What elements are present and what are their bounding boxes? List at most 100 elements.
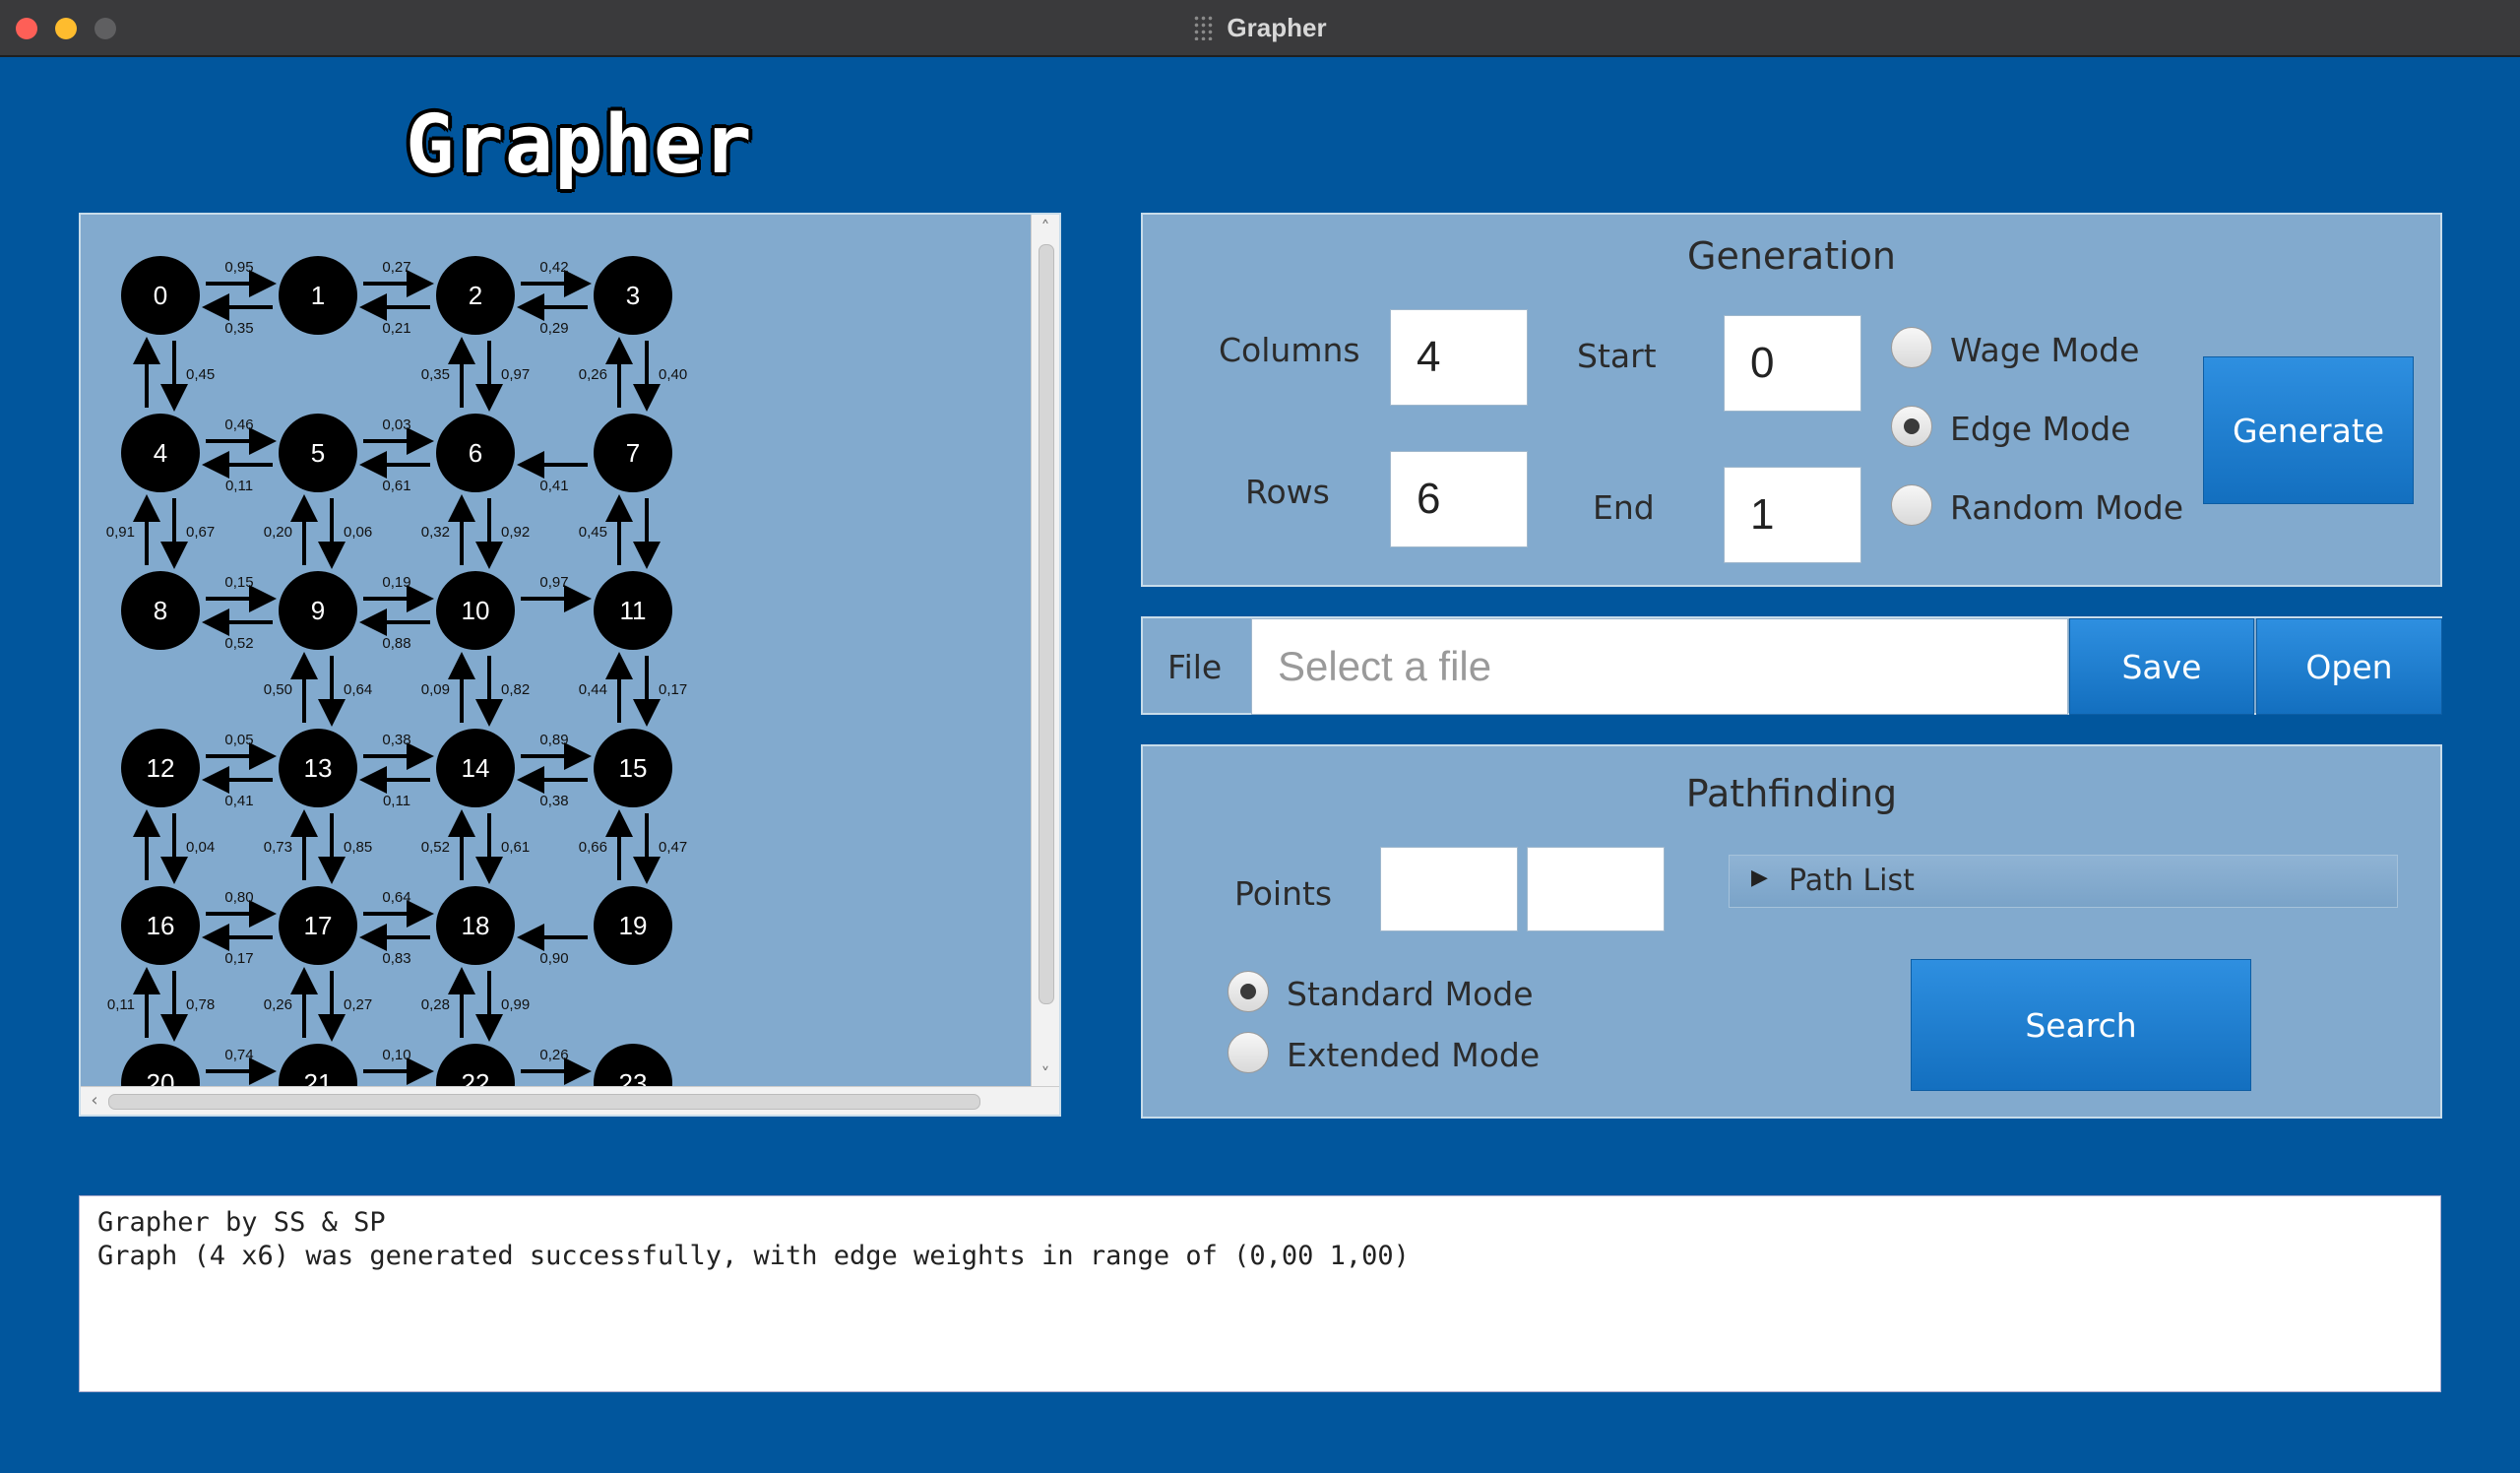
edge-weight-label: 0,66 <box>579 839 607 856</box>
scroll-left-icon[interactable]: ‹ <box>81 1087 108 1115</box>
columns-label: Columns <box>1219 331 1360 369</box>
file-label: File <box>1167 648 1223 686</box>
columns-input[interactable]: 4 <box>1390 309 1528 406</box>
edge-weight-label: 0,52 <box>224 635 253 652</box>
open-button[interactable]: Open <box>2256 618 2442 715</box>
vertical-scrollbar[interactable]: ˄ ˅ <box>1031 215 1059 1089</box>
graph-node-label: 7 <box>626 438 640 468</box>
edge-weight-label: 0,15 <box>224 574 253 591</box>
graph-node-label: 4 <box>154 438 167 468</box>
edge-weight-label: 0,35 <box>224 320 253 337</box>
point-b-input[interactable] <box>1527 847 1665 931</box>
graph-node-label: 9 <box>311 596 325 625</box>
edge-weight-label: 0,06 <box>344 524 372 541</box>
graph-node-label: 16 <box>147 911 175 940</box>
app-title: Grapher <box>406 98 753 192</box>
edge-weight-label: 0,88 <box>382 635 410 652</box>
edge-weight-label: 0,52 <box>421 839 450 856</box>
edge-weight-label: 0,32 <box>421 524 450 541</box>
edge-weight-label: 0,21 <box>382 320 410 337</box>
graph-node-label: 0 <box>154 281 167 310</box>
edge-weight-label: 0,45 <box>579 524 607 541</box>
edge-weight-label: 0,10 <box>382 1047 410 1063</box>
horizontal-scrollbar[interactable]: ‹ › <box>81 1086 1059 1115</box>
search-button[interactable]: Search <box>1911 959 2251 1091</box>
edge-weight-label: 0,11 <box>383 793 410 809</box>
expand-triangle-icon: ▶ <box>1751 865 1768 890</box>
window-titlebar: Grapher <box>0 0 2520 57</box>
edge-weight-label: 0,46 <box>224 416 253 433</box>
edge-weight-label: 0,92 <box>501 524 530 541</box>
edge-weight-label: 0,35 <box>421 366 450 383</box>
edge-weight-label: 0,64 <box>382 889 410 906</box>
edge-weight-label: 0,44 <box>579 681 607 698</box>
standard-mode-radio[interactable] <box>1228 971 1269 1012</box>
rows-input[interactable]: 6 <box>1390 451 1528 547</box>
edge-weight-label: 0,73 <box>264 839 292 856</box>
edge-weight-label: 0,97 <box>501 366 530 383</box>
edge-weight-label: 0,38 <box>539 793 568 809</box>
graph-node-label: 18 <box>462 911 490 940</box>
graph-node-label: 13 <box>304 753 333 783</box>
wage-mode-radio[interactable] <box>1891 327 1932 368</box>
edge-weight-label: 0,17 <box>224 950 253 967</box>
edge-weight-label: 0,19 <box>382 574 410 591</box>
graph-node-label: 14 <box>462 753 490 783</box>
edge-weight-label: 0,97 <box>539 574 568 591</box>
extended-mode-radio[interactable] <box>1228 1032 1269 1073</box>
scroll-up-icon[interactable]: ˄ <box>1032 215 1059 242</box>
file-path-input[interactable]: Select a file <box>1251 618 2068 715</box>
standard-mode-label: Standard Mode <box>1287 975 1534 1013</box>
edge-weight-label: 0,99 <box>501 996 530 1013</box>
graph-node-label: 10 <box>462 596 490 625</box>
edge-weight-label: 0,95 <box>224 259 253 276</box>
point-a-input[interactable] <box>1380 847 1518 931</box>
edge-weight-label: 0,85 <box>344 839 372 856</box>
edge-weight-label: 0,26 <box>539 1047 568 1063</box>
graph-view[interactable]: 0,95 0,35 0,27 0,21 0,42 0,29 0,46 0,11 0,03 0,61… <box>79 213 1061 1117</box>
random-mode-radio[interactable] <box>1891 484 1932 526</box>
file-placeholder: Select a file <box>1278 643 1492 689</box>
edge-weight-label: 0,38 <box>382 732 410 748</box>
edge-weight-label: 0,40 <box>659 366 687 383</box>
path-list-dropdown[interactable]: ▶ Path List <box>1729 855 2398 908</box>
edge-weight-label: 0,09 <box>421 681 450 698</box>
scroll-down-icon[interactable]: ˅ <box>1032 1061 1059 1089</box>
graph-node-label: 15 <box>619 753 648 783</box>
horizontal-scroll-thumb[interactable] <box>108 1094 980 1110</box>
app-grip-icon <box>1193 15 1216 40</box>
graph-node-label: 8 <box>154 596 167 625</box>
edge-weight-label: 0,80 <box>224 889 253 906</box>
edge-weight-label: 0,29 <box>539 320 568 337</box>
console-output[interactable]: Grapher by SS & SP Graph (4 x6) was gene… <box>79 1195 2441 1392</box>
edge-weight-label: 0,04 <box>186 839 215 856</box>
vertical-scroll-thumb[interactable] <box>1039 244 1054 1004</box>
end-input[interactable]: 1 <box>1724 467 1861 563</box>
graph-node-label: 1 <box>311 281 325 310</box>
edge-weight-label: 0,89 <box>539 732 568 748</box>
generation-panel: Generation Columns 4 Rows 6 Start 0 End … <box>1141 213 2442 587</box>
edge-weight-label: 0,91 <box>106 524 135 541</box>
random-mode-label: Random Mode <box>1950 488 2184 527</box>
edge-weight-label: 0,61 <box>382 478 410 494</box>
edge-weight-label: 0,41 <box>539 478 568 494</box>
console-line: Grapher by SS & SP <box>97 1207 386 1238</box>
edge-weight-label: 0,50 <box>264 681 292 698</box>
edge-weight-label: 0,61 <box>501 839 530 856</box>
edge-weight-label: 0,83 <box>382 950 410 967</box>
edge-weight-label: 0,64 <box>344 681 372 698</box>
edge-mode-radio[interactable] <box>1891 406 1932 447</box>
start-input[interactable]: 0 <box>1724 315 1861 412</box>
edge-weight-label: 0,26 <box>579 366 607 383</box>
save-button[interactable]: Save <box>2069 618 2254 715</box>
edge-weight-label: 0,67 <box>186 524 215 541</box>
edge-mode-label: Edge Mode <box>1950 410 2131 448</box>
generate-button[interactable]: Generate <box>2203 356 2414 504</box>
edge-weight-label: 0,41 <box>224 793 253 809</box>
edge-weight-label: 0,82 <box>501 681 530 698</box>
start-label: Start <box>1577 337 1657 375</box>
generation-title: Generation <box>1687 234 1896 278</box>
window-title-area: Grapher <box>0 0 2520 55</box>
end-label: End <box>1593 488 1655 527</box>
path-list-label: Path List <box>1789 864 1915 898</box>
